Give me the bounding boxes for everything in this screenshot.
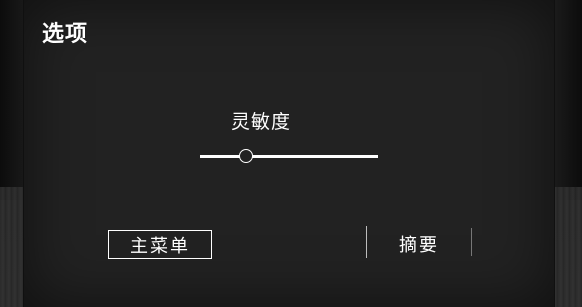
summary-button[interactable]: 摘要 bbox=[372, 230, 466, 258]
sensitivity-label: 灵敏度 bbox=[231, 111, 292, 133]
background-wall-right bbox=[552, 0, 582, 200]
slider-track[interactable] bbox=[200, 155, 378, 158]
summary-divider-right bbox=[471, 228, 472, 256]
sensitivity-slider[interactable] bbox=[200, 146, 378, 168]
options-panel: 选项 灵敏度 主菜单 摘要 bbox=[24, 0, 554, 307]
main-menu-button[interactable]: 主菜单 bbox=[108, 230, 212, 259]
panel-title: 选项 bbox=[42, 22, 89, 47]
summary-divider-left bbox=[366, 226, 367, 258]
game-scene: 选项 灵敏度 主菜单 摘要 bbox=[0, 0, 582, 307]
slider-thumb[interactable] bbox=[239, 149, 254, 163]
